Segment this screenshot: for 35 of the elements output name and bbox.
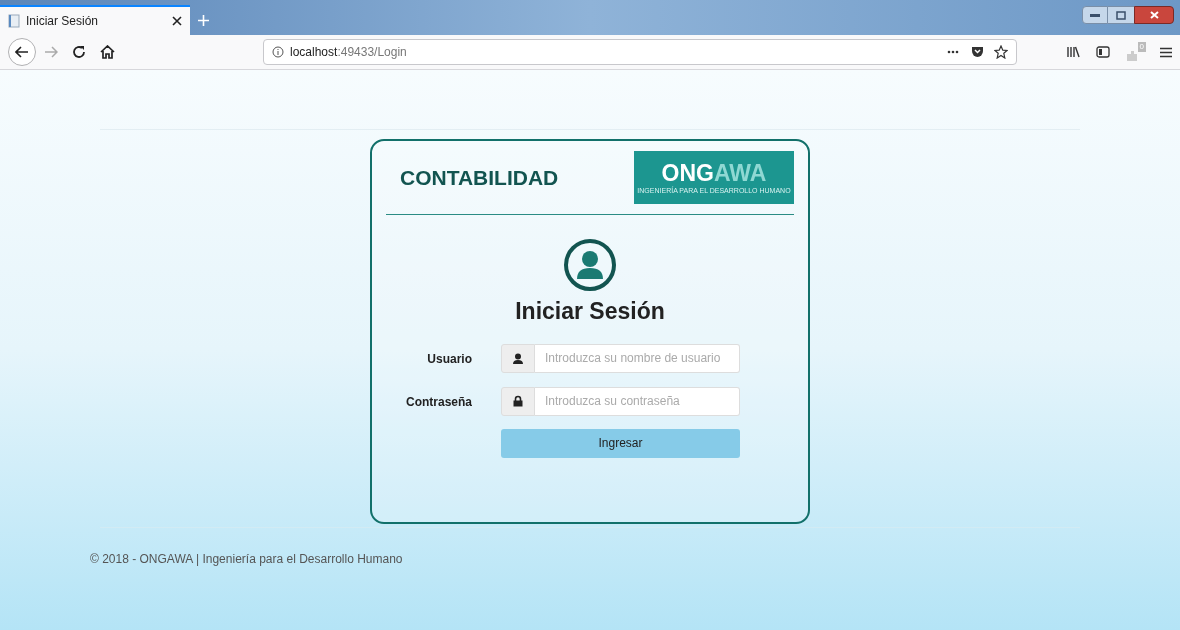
- home-icon[interactable]: [100, 45, 115, 59]
- back-button[interactable]: [8, 38, 36, 66]
- app-title: CONTABILIDAD: [400, 164, 559, 191]
- more-icon[interactable]: [947, 50, 959, 54]
- page-icon: [8, 14, 20, 28]
- minimize-button[interactable]: [1082, 6, 1108, 24]
- maximize-button[interactable]: [1108, 6, 1134, 24]
- plus-icon: [198, 15, 209, 26]
- user-avatar-icon: [563, 238, 617, 292]
- footer-text: © 2018 - ONGAWA | Ingeniería para el Desarrollo Humano: [90, 552, 403, 566]
- sidebar-icon[interactable]: [1096, 46, 1110, 58]
- browser-tab[interactable]: Iniciar Sesión: [0, 5, 190, 35]
- pocket-icon[interactable]: [971, 46, 984, 58]
- reload-icon[interactable]: [72, 45, 86, 59]
- login-button[interactable]: Ingresar: [501, 428, 740, 458]
- field-label: Contraseña: [405, 395, 472, 409]
- url-text: localhost:49433/Login: [290, 44, 407, 61]
- tab-title: Iniciar Sesión: [26, 13, 100, 30]
- info-icon[interactable]: [272, 46, 284, 58]
- address-bar[interactable]: localhost:49433/Login: [263, 39, 1017, 65]
- minimize-icon: [1090, 13, 1100, 17]
- back-icon: [15, 46, 29, 58]
- user-icon: [513, 352, 523, 364]
- star-icon[interactable]: [994, 45, 1008, 59]
- lock-icon: [513, 395, 523, 407]
- field-label: Usuario: [427, 352, 472, 366]
- close-icon: [1149, 11, 1159, 19]
- menu-icon[interactable]: [1160, 46, 1172, 58]
- login-heading: Iniciar Sesión: [515, 297, 665, 326]
- close-button[interactable]: [1134, 6, 1174, 24]
- library-icon[interactable]: [1066, 46, 1080, 58]
- input-field[interactable]: Introduzca su contraseña: [535, 386, 740, 416]
- input-field[interactable]: Introduzca su nombre de usuario: [535, 343, 740, 373]
- close-tab-icon[interactable]: [172, 16, 182, 26]
- maximize-icon: [1116, 10, 1126, 20]
